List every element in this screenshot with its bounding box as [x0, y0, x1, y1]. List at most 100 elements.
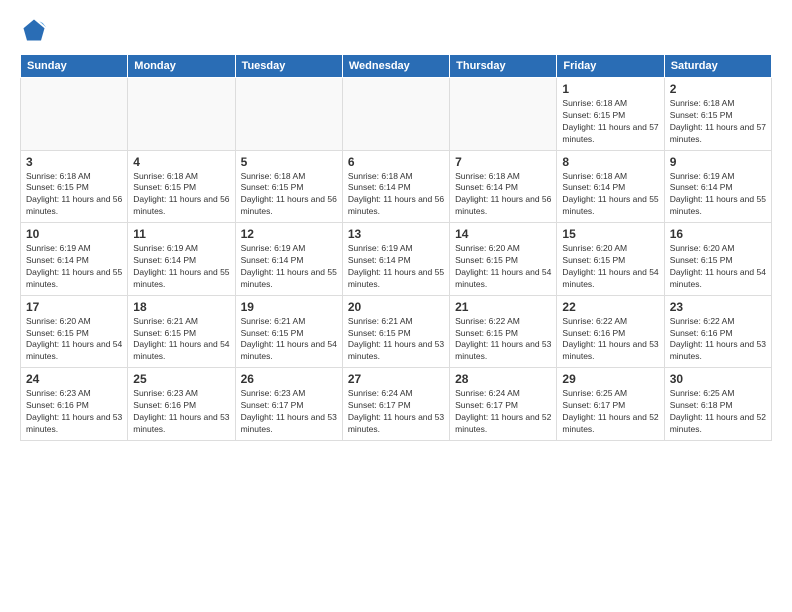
calendar-cell: 21Sunrise: 6:22 AM Sunset: 6:15 PM Dayli…	[450, 295, 557, 368]
calendar-header: SundayMondayTuesdayWednesdayThursdayFrid…	[21, 55, 772, 78]
calendar-cell: 27Sunrise: 6:24 AM Sunset: 6:17 PM Dayli…	[342, 368, 449, 441]
day-info: Sunrise: 6:21 AM Sunset: 6:15 PM Dayligh…	[133, 316, 229, 364]
calendar-cell: 4 Sunrise: 6:18 AM Sunset: 6:15 PM Daylig…	[128, 150, 235, 223]
calendar-cell: 19 Sunrise: 6:21 AM Sunset: 6:15 PM Dayli…	[235, 295, 342, 368]
day-number: 24	[26, 372, 122, 386]
day-info: Sunrise: 6:19 AM Sunset: 6:14 PM Dayligh…	[241, 243, 337, 291]
day-info: Sunrise: 6:18 AM Sunset: 6:15 PM Dayligh…	[562, 98, 658, 146]
calendar-cell: 28 Sunrise: 6:24 AM Sunset: 6:17 PM Dayli…	[450, 368, 557, 441]
day-header-tuesday: Tuesday	[235, 55, 342, 78]
day-number: 23	[670, 300, 766, 314]
day-number: 7	[455, 155, 551, 169]
day-info: Sunrise: 6:19 AM Sunset: 6:14 PM Dayligh…	[26, 243, 122, 291]
day-info: Sunrise: 6:18 AM Sunset: 6:15 PM Dayligh…	[241, 171, 337, 219]
day-number: 12	[241, 227, 337, 241]
day-info: Sunrise: 6:19 AM Sunset: 6:14 PM Dayligh…	[348, 243, 444, 291]
day-number: 28	[455, 372, 551, 386]
calendar-cell: 1 Sunrise: 6:18 AM Sunset: 6:15 PM Daylig…	[557, 78, 664, 151]
day-header-saturday: Saturday	[664, 55, 771, 78]
calendar-cell: 15 Sunrise: 6:20 AM Sunset: 6:15 PM Dayli…	[557, 223, 664, 296]
calendar-week-4: 24 Sunrise: 6:23 AM Sunset: 6:16 PM Dayli…	[21, 368, 772, 441]
calendar-cell	[235, 78, 342, 151]
calendar-cell: 10Sunrise: 6:19 AM Sunset: 6:14 PM Dayli…	[21, 223, 128, 296]
day-number: 17	[26, 300, 122, 314]
day-number: 4	[133, 155, 229, 169]
day-info: Sunrise: 6:18 AM Sunset: 6:14 PM Dayligh…	[348, 171, 444, 219]
header	[20, 16, 772, 44]
day-header-monday: Monday	[128, 55, 235, 78]
calendar-cell: 14 Sunrise: 6:20 AM Sunset: 6:15 PM Dayli…	[450, 223, 557, 296]
day-info: Sunrise: 6:21 AM Sunset: 6:15 PM Dayligh…	[241, 316, 337, 364]
day-number: 2	[670, 82, 766, 96]
calendar-cell: 9Sunrise: 6:19 AM Sunset: 6:14 PM Daylig…	[664, 150, 771, 223]
day-info: Sunrise: 6:20 AM Sunset: 6:15 PM Dayligh…	[670, 243, 766, 291]
calendar-cell: 25 Sunrise: 6:23 AM Sunset: 6:16 PM Dayli…	[128, 368, 235, 441]
calendar-cell: 17 Sunrise: 6:20 AM Sunset: 6:15 PM Dayli…	[21, 295, 128, 368]
calendar-cell: 29Sunrise: 6:25 AM Sunset: 6:17 PM Dayli…	[557, 368, 664, 441]
day-info: Sunrise: 6:23 AM Sunset: 6:17 PM Dayligh…	[241, 388, 337, 436]
day-info: Sunrise: 6:18 AM Sunset: 6:14 PM Dayligh…	[455, 171, 551, 219]
logo	[20, 16, 52, 44]
calendar-cell: 16 Sunrise: 6:20 AM Sunset: 6:15 PM Dayli…	[664, 223, 771, 296]
calendar-cell: 11 Sunrise: 6:19 AM Sunset: 6:14 PM Dayli…	[128, 223, 235, 296]
calendar-cell	[128, 78, 235, 151]
calendar-cell: 5 Sunrise: 6:18 AM Sunset: 6:15 PM Daylig…	[235, 150, 342, 223]
day-header-wednesday: Wednesday	[342, 55, 449, 78]
day-info: Sunrise: 6:18 AM Sunset: 6:15 PM Dayligh…	[670, 98, 766, 146]
day-number: 25	[133, 372, 229, 386]
day-header-thursday: Thursday	[450, 55, 557, 78]
day-header-sunday: Sunday	[21, 55, 128, 78]
day-info: Sunrise: 6:24 AM Sunset: 6:17 PM Dayligh…	[455, 388, 551, 436]
day-number: 14	[455, 227, 551, 241]
day-info: Sunrise: 6:23 AM Sunset: 6:16 PM Dayligh…	[133, 388, 229, 436]
day-number: 26	[241, 372, 337, 386]
day-number: 11	[133, 227, 229, 241]
calendar-cell: 3Sunrise: 6:18 AM Sunset: 6:15 PM Daylig…	[21, 150, 128, 223]
day-info: Sunrise: 6:25 AM Sunset: 6:17 PM Dayligh…	[562, 388, 658, 436]
calendar-cell: 30Sunrise: 6:25 AM Sunset: 6:18 PM Dayli…	[664, 368, 771, 441]
calendar-cell: 6 Sunrise: 6:18 AM Sunset: 6:14 PM Daylig…	[342, 150, 449, 223]
day-info: Sunrise: 6:19 AM Sunset: 6:14 PM Dayligh…	[133, 243, 229, 291]
calendar-cell	[21, 78, 128, 151]
day-number: 5	[241, 155, 337, 169]
calendar-cell: 26 Sunrise: 6:23 AM Sunset: 6:17 PM Dayli…	[235, 368, 342, 441]
day-info: Sunrise: 6:19 AM Sunset: 6:14 PM Dayligh…	[670, 171, 766, 219]
day-number: 6	[348, 155, 444, 169]
day-info: Sunrise: 6:23 AM Sunset: 6:16 PM Dayligh…	[26, 388, 122, 436]
header-row: SundayMondayTuesdayWednesdayThursdayFrid…	[21, 55, 772, 78]
day-info: Sunrise: 6:22 AM Sunset: 6:16 PM Dayligh…	[562, 316, 658, 364]
day-info: Sunrise: 6:25 AM Sunset: 6:18 PM Dayligh…	[670, 388, 766, 436]
day-number: 19	[241, 300, 337, 314]
day-number: 13	[348, 227, 444, 241]
calendar-cell: 18 Sunrise: 6:21 AM Sunset: 6:15 PM Dayli…	[128, 295, 235, 368]
day-header-friday: Friday	[557, 55, 664, 78]
calendar-cell: 8 Sunrise: 6:18 AM Sunset: 6:14 PM Daylig…	[557, 150, 664, 223]
day-info: Sunrise: 6:20 AM Sunset: 6:15 PM Dayligh…	[455, 243, 551, 291]
day-info: Sunrise: 6:22 AM Sunset: 6:16 PM Dayligh…	[670, 316, 766, 364]
day-info: Sunrise: 6:24 AM Sunset: 6:17 PM Dayligh…	[348, 388, 444, 436]
calendar-week-3: 17 Sunrise: 6:20 AM Sunset: 6:15 PM Dayli…	[21, 295, 772, 368]
calendar-cell	[450, 78, 557, 151]
day-info: Sunrise: 6:22 AM Sunset: 6:15 PM Dayligh…	[455, 316, 551, 364]
calendar-cell: 22 Sunrise: 6:22 AM Sunset: 6:16 PM Dayli…	[557, 295, 664, 368]
calendar-cell: 13 Sunrise: 6:19 AM Sunset: 6:14 PM Dayli…	[342, 223, 449, 296]
day-number: 1	[562, 82, 658, 96]
day-info: Sunrise: 6:18 AM Sunset: 6:14 PM Dayligh…	[562, 171, 658, 219]
calendar-cell: 7 Sunrise: 6:18 AM Sunset: 6:14 PM Daylig…	[450, 150, 557, 223]
day-info: Sunrise: 6:20 AM Sunset: 6:15 PM Dayligh…	[26, 316, 122, 364]
day-number: 20	[348, 300, 444, 314]
day-info: Sunrise: 6:18 AM Sunset: 6:15 PM Dayligh…	[133, 171, 229, 219]
day-number: 22	[562, 300, 658, 314]
calendar-body: 1 Sunrise: 6:18 AM Sunset: 6:15 PM Daylig…	[21, 78, 772, 441]
calendar-cell	[342, 78, 449, 151]
day-number: 16	[670, 227, 766, 241]
calendar-week-1: 3Sunrise: 6:18 AM Sunset: 6:15 PM Daylig…	[21, 150, 772, 223]
logo-icon	[20, 16, 48, 44]
day-number: 18	[133, 300, 229, 314]
calendar-cell: 20Sunrise: 6:21 AM Sunset: 6:15 PM Dayli…	[342, 295, 449, 368]
day-number: 8	[562, 155, 658, 169]
day-info: Sunrise: 6:20 AM Sunset: 6:15 PM Dayligh…	[562, 243, 658, 291]
day-number: 15	[562, 227, 658, 241]
calendar-table: SundayMondayTuesdayWednesdayThursdayFrid…	[20, 54, 772, 441]
day-info: Sunrise: 6:18 AM Sunset: 6:15 PM Dayligh…	[26, 171, 122, 219]
